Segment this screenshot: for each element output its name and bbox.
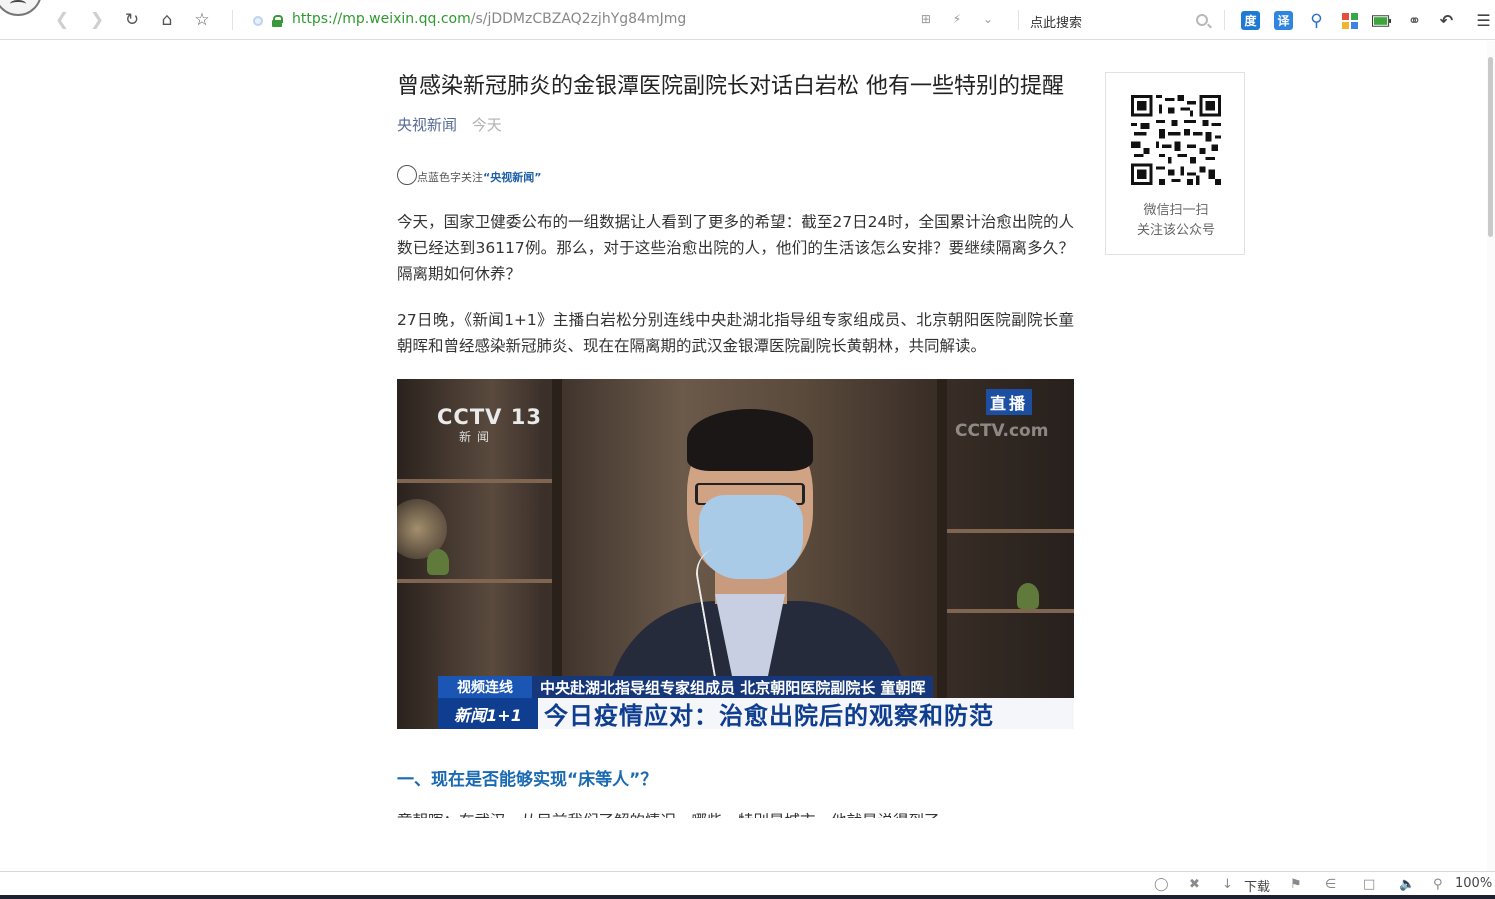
- article-paragraph: 27日晚，《新闻1+1》主播白岩松分别连线中央赴湖北指导组专家组成员、北京朝阳医…: [397, 311, 1074, 355]
- browser-toolbar: ❮ ❯ ↻ ⌂ ☆ https://mp.weixin.qq.com/s/jDD…: [0, 0, 1495, 40]
- qr-code-icon[interactable]: [1131, 95, 1221, 185]
- cctv13-logo: CCTV 13: [437, 405, 542, 429]
- vertical-scrollbar[interactable]: [1487, 41, 1495, 871]
- home-icon[interactable]: ⌂: [156, 9, 178, 31]
- article-paragraph: 童朝晖：在武汉，从目前我们了解的情况，哪些，特别是城市，他就是说得到了: [397, 808, 1074, 818]
- download-icon[interactable]: ↓: [1222, 877, 1233, 892]
- url-path: /s/jDDMzCBZAQ2zjhYg84mJmg: [470, 11, 687, 27]
- article-paragraph: 今天，国家卫健委公布的一组数据让人看到了更多的希望：截至27日24时，全国累计治…: [397, 213, 1074, 283]
- headphones-icon[interactable]: ⚭: [1405, 11, 1424, 30]
- download-label[interactable]: 下载: [1244, 876, 1270, 895]
- extension-translate-icon[interactable]: 译: [1274, 11, 1293, 30]
- background-shelf: [397, 479, 552, 483]
- program-brand: 新闻1+1: [438, 698, 538, 729]
- caption-guest: 中央赴湖北指导组专家组成员 北京朝阳医院副院长 童朝晖: [532, 676, 934, 698]
- background-shelf: [947, 529, 1074, 533]
- status-bar: ◯ ✖ ↓ 下载 ⚑ ∈ □ 🔈 ⚲ 100%: [0, 871, 1495, 895]
- toolbar-divider: [232, 10, 233, 30]
- person-hair: [687, 409, 813, 471]
- url-host: mp.weixin.qq.com: [342, 11, 471, 27]
- url-scheme: https://: [292, 11, 343, 27]
- background-plant: [427, 549, 449, 575]
- article-source-link[interactable]: 央视新闻: [397, 116, 457, 134]
- url-text[interactable]: https://mp.weixin.qq.com/s/jDDMzCBZAQ2zj…: [292, 11, 686, 27]
- zoom-level[interactable]: 100%: [1455, 876, 1492, 891]
- toolbar-divider: [1224, 10, 1225, 30]
- background-shelf: [397, 579, 552, 583]
- address-bar[interactable]: https://mp.weixin.qq.com/s/jDDMzCBZAQ2zj…: [250, 8, 1010, 34]
- web-page: 曾感染新冠肺炎的金银潭医院副院长对话白岩松 他有一些特别的提醒 央视新闻 今天 …: [0, 41, 1495, 871]
- qr-caption: 微信扫一扫 关注该公众号: [1106, 201, 1246, 241]
- forward-icon[interactable]: ❯: [86, 9, 108, 31]
- cctv-watermark: CCTV.com: [955, 421, 1049, 441]
- background-shelf: [947, 609, 1074, 613]
- article-meta: 央视新闻 今天: [397, 114, 1074, 135]
- background-plant: [1017, 583, 1039, 609]
- address-bar-tools[interactable]: ⊞ ⚡ ⌄: [921, 12, 1002, 26]
- search-input[interactable]: 点此搜索: [1030, 12, 1082, 31]
- bookmark-star-icon[interactable]: ☆: [191, 9, 213, 31]
- window-icon[interactable]: □: [1363, 877, 1375, 892]
- qr-caption-line: 微信扫一扫: [1143, 203, 1209, 218]
- menu-icon[interactable]: ☰: [1474, 11, 1493, 30]
- extension-search-icon[interactable]: ⚲: [1307, 11, 1326, 31]
- qr-caption-line: 关注该公众号: [1136, 223, 1215, 238]
- scrollbar-thumb[interactable]: [1488, 57, 1493, 237]
- undo-icon[interactable]: ↶: [1437, 11, 1456, 30]
- article: 曾感染新冠肺炎的金银潭医院副院长对话白岩松 他有一些特别的提醒 央视新闻 今天 …: [397, 72, 1074, 818]
- ie-icon[interactable]: ∈: [1325, 877, 1336, 892]
- caption-tag: 视频连线: [438, 676, 532, 698]
- speed-icon[interactable]: ◯: [1154, 877, 1169, 892]
- flag-icon[interactable]: ⚑: [1290, 877, 1302, 892]
- cctv13-logo-subtitle: 新闻: [459, 430, 496, 444]
- live-badge: 直播: [986, 389, 1033, 415]
- zoom-icon[interactable]: ⚲: [1433, 877, 1443, 892]
- article-date: 今天: [471, 116, 502, 134]
- extension-apps-icon[interactable]: [1340, 11, 1359, 30]
- section-heading: 一、现在是否能够实现“床等人”？: [397, 770, 658, 790]
- background-pillar: [937, 379, 947, 729]
- back-icon[interactable]: ❮: [51, 9, 73, 31]
- follow-prefix: 点蓝色字关注: [417, 171, 483, 184]
- follow-prompt: 点蓝色字关注 “央视新闻”: [397, 163, 1074, 185]
- program-title: 今日疫情应对：治愈出院后的观察和防范: [538, 698, 1074, 729]
- toolbar-divider: [1018, 10, 1019, 30]
- refresh-icon[interactable]: ↻: [121, 9, 143, 31]
- video-caption-name: 视频连线 中央赴湖北指导组专家组成员 北京朝阳医院副院长 童朝晖: [438, 676, 934, 698]
- search-icon[interactable]: [1196, 14, 1208, 26]
- site-info-icon[interactable]: [253, 16, 263, 26]
- article-title: 曾感染新冠肺炎的金银潭医院副院长对话白岩松 他有一些特别的提醒: [397, 74, 1064, 99]
- video-screenshot[interactable]: CCTV 13 新闻 直播 CCTV.com 视频连线 中央赴湖北指导组专家组成…: [397, 379, 1074, 729]
- search-box[interactable]: 点此搜索: [1030, 8, 1212, 34]
- video-caption-program: 新闻1+1 今日疫情应对：治愈出院后的观察和防范: [438, 698, 1074, 729]
- circle-icon: [397, 165, 417, 185]
- user-avatar[interactable]: [0, 0, 42, 16]
- battery-icon[interactable]: [1372, 11, 1391, 30]
- pin-icon[interactable]: ✖: [1189, 877, 1200, 892]
- follow-account-name[interactable]: “央视新闻”: [483, 169, 541, 185]
- qr-code-card: 微信扫一扫 关注该公众号: [1105, 72, 1245, 255]
- lock-icon: [272, 15, 283, 27]
- volume-icon[interactable]: 🔈: [1399, 877, 1415, 892]
- os-taskbar: [0, 895, 1495, 899]
- extension-du-icon[interactable]: 度: [1241, 11, 1260, 30]
